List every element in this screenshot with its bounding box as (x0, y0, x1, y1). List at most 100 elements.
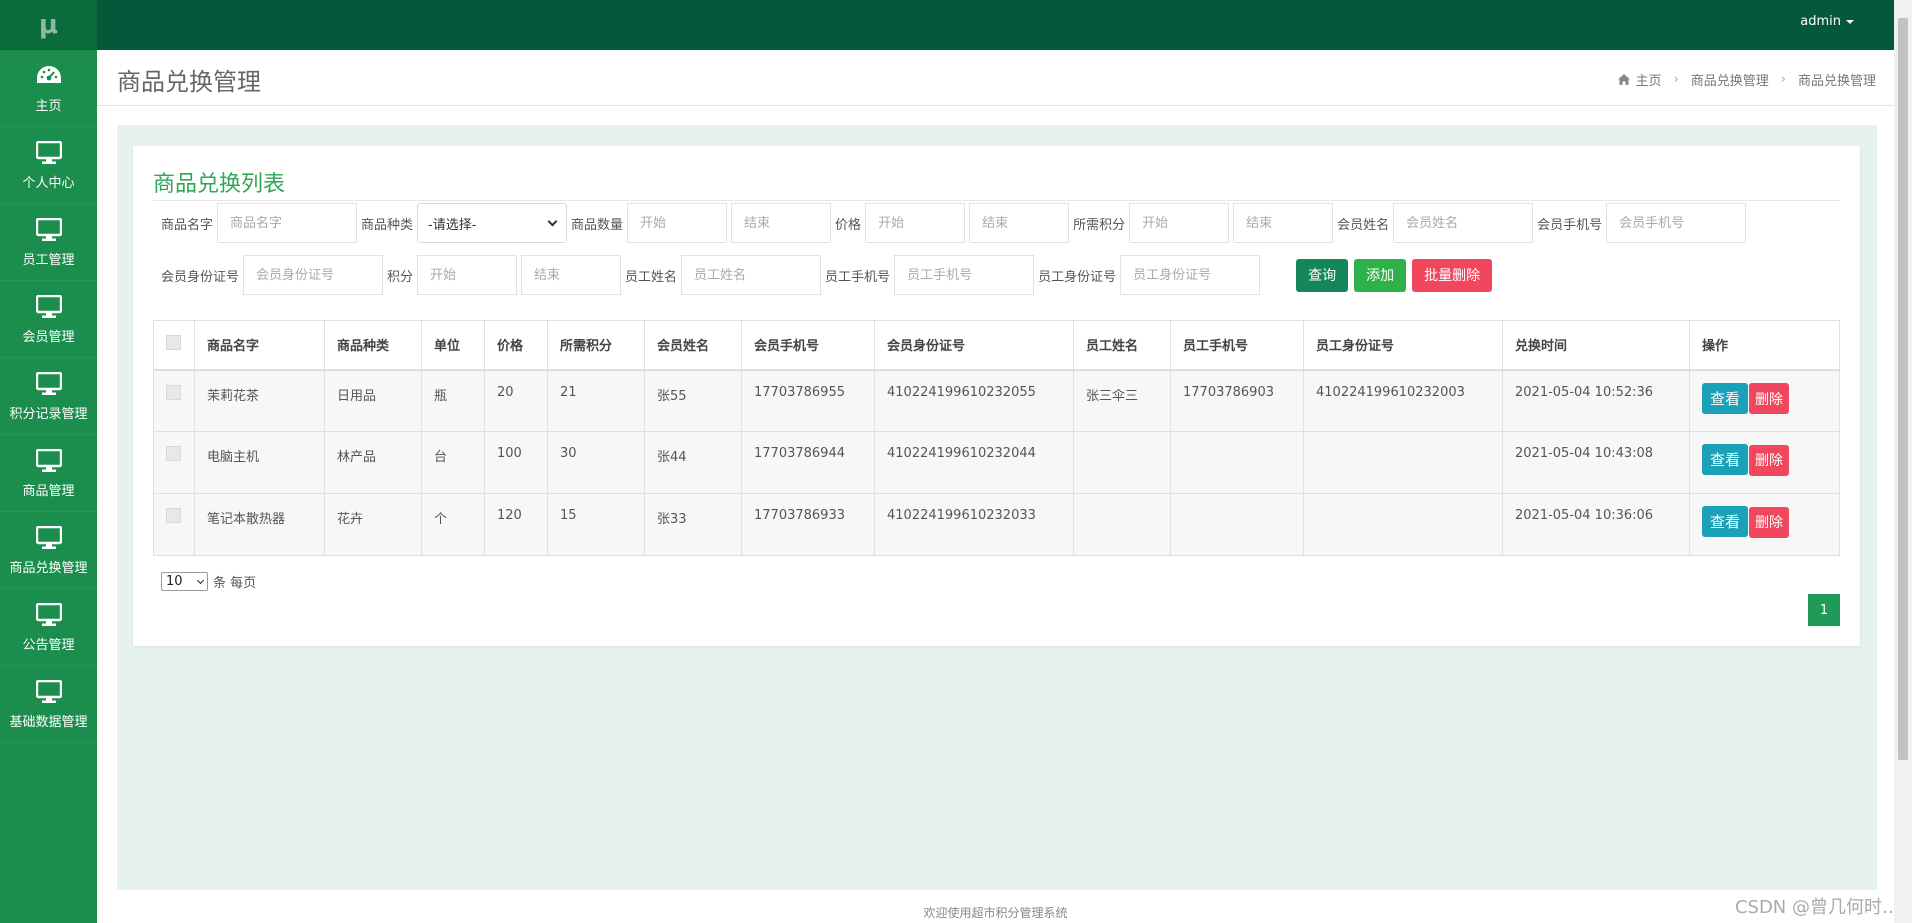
query-button[interactable]: 查询 (1296, 258, 1349, 292)
delete-button[interactable]: 删除 (1749, 444, 1790, 476)
points-needed-start-input[interactable] (1129, 203, 1230, 243)
member-id-input[interactable] (243, 255, 384, 295)
sidebar-item[interactable]: 基础数据管理 (0, 666, 97, 743)
sidebar-item[interactable]: 个人中心 (0, 127, 97, 204)
product-name-input[interactable] (217, 203, 358, 243)
col-product-name: 商品名字 (194, 320, 325, 371)
page-size-select[interactable]: 10 (161, 572, 208, 591)
row-checkbox[interactable] (166, 508, 181, 523)
scrollbar-thumb[interactable] (1898, 18, 1908, 760)
page-size-control: 10 条 每页 (161, 572, 256, 591)
staff-phone-input[interactable] (894, 255, 1035, 295)
cell-product-type: 日用品 (324, 369, 422, 432)
filter-label: 所需积分 (1073, 217, 1126, 233)
row-select-cell (153, 431, 195, 494)
top-bar: admin (97, 0, 1894, 50)
row-select-cell (153, 369, 195, 432)
member-phone-input[interactable] (1606, 203, 1747, 243)
view-button[interactable]: 查看 (1702, 382, 1749, 414)
cell-member-phone: 17703786955 (741, 369, 875, 432)
delete-button[interactable]: 删除 (1749, 383, 1790, 414)
batch-delete-button[interactable]: 批量删除 (1412, 258, 1493, 292)
cell-staff-phone: 17703786903 (1170, 369, 1304, 432)
card-title: 商品兑换列表 (153, 172, 286, 197)
view-button[interactable]: 查看 (1702, 506, 1749, 537)
exchange-table: 商品名字 商品种类 单位 价格 所需积分 会员姓名 会员手机号 会员身份证号 员… (153, 320, 1840, 556)
monitor-icon (34, 678, 64, 706)
sidebar-item[interactable]: 积分记录管理 (0, 358, 97, 435)
points-needed-end-input[interactable] (1233, 203, 1334, 243)
cell-price: 20 (484, 369, 548, 432)
sidebar-item[interactable]: 会员管理 (0, 281, 97, 358)
sidebar-item[interactable]: 员工管理 (0, 204, 97, 281)
add-button[interactable]: 添加 (1354, 258, 1407, 292)
filter-label: 员工姓名 (625, 269, 678, 285)
sidebar-item-label: 个人中心 (22, 176, 75, 191)
dashboard-icon (34, 62, 64, 90)
filter-label: 商品数量 (571, 217, 624, 233)
user-menu[interactable]: admin (1800, 14, 1854, 29)
filter-label: 会员手机号 (1537, 217, 1603, 233)
view-button[interactable]: 查看 (1702, 444, 1749, 475)
col-staff-phone: 员工手机号 (1170, 320, 1304, 371)
monitor-icon (34, 293, 64, 321)
list-card: 商品兑换列表 商品名字 商品种类 -请选择- 商品数量 价格 所需积分 会员姓名… (133, 146, 1860, 646)
cell-member-name: 张33 (644, 493, 742, 556)
row-checkbox[interactable] (166, 384, 181, 400)
cell-exchange-time: 2021-05-04 10:36:06 (1502, 493, 1690, 556)
quantity-end-input[interactable] (731, 203, 832, 243)
sidebar-item[interactable]: 商品兑换管理 (0, 512, 97, 589)
points-end-input[interactable] (521, 255, 622, 295)
breadcrumb-home[interactable]: 主页 (1636, 70, 1662, 89)
select-value: -请选择- (428, 217, 477, 233)
price-start-input[interactable] (865, 203, 966, 243)
delete-button[interactable]: 删除 (1749, 506, 1790, 538)
member-name-input[interactable] (1393, 203, 1534, 243)
cell-unit: 瓶 (421, 369, 485, 432)
cell-points-needed: 30 (547, 431, 645, 494)
cell-product-name: 笔记本散热器 (194, 493, 325, 556)
staff-name-input[interactable] (681, 255, 822, 295)
sidebar-item-label: 积分记录管理 (9, 407, 88, 422)
cell-unit: 个 (421, 493, 485, 556)
cell-member-phone: 17703786933 (741, 493, 875, 556)
monitor-icon (34, 524, 64, 552)
cell-points-needed: 15 (547, 493, 645, 556)
filter-label: 员工身份证号 (1038, 269, 1117, 285)
col-actions: 操作 (1689, 320, 1840, 371)
breadcrumb-module[interactable]: 商品兑换管理 (1691, 70, 1769, 89)
table-row: 茉莉花茶 日用品瓶 20 21 张55 17703786955 41022419961023… (153, 369, 1840, 432)
cell-product-name: 茉莉花茶 (194, 369, 325, 432)
sidebar-item-label: 员工管理 (22, 253, 75, 268)
select-all-checkbox[interactable] (166, 335, 181, 351)
cell-actions: 查看 删除 (1689, 493, 1840, 556)
vertical-scrollbar[interactable] (1894, 0, 1912, 923)
monitor-icon (34, 139, 64, 167)
page-1-button[interactable]: 1 (1808, 594, 1840, 626)
sidebar-item[interactable]: 主页 (0, 50, 97, 127)
filter-row-1: 商品名字 商品种类 -请选择- 商品数量 价格 所需积分 会员姓名 会员手机号 (161, 203, 1750, 243)
product-type-select[interactable]: -请选择- (417, 203, 568, 243)
footer-text: 欢迎使用超市积分管理系统 (923, 906, 1068, 920)
cell-product-type: 花卉 (324, 493, 422, 556)
price-end-input[interactable] (969, 203, 1070, 243)
col-staff-id: 员工身份证号 (1303, 320, 1503, 371)
sidebar-item[interactable]: 商品管理 (0, 435, 97, 512)
col-member-id: 会员身份证号 (874, 320, 1074, 371)
col-points-needed: 所需积分 (547, 320, 645, 371)
chevron-down-icon (196, 576, 205, 584)
row-checkbox[interactable] (166, 446, 181, 461)
cell-product-type: 林产品 (324, 431, 422, 494)
page-size-value: 10 (166, 574, 183, 589)
quantity-start-input[interactable] (627, 203, 728, 243)
cell-price: 120 (484, 493, 548, 556)
cell-unit: 台 (421, 431, 485, 494)
user-name: admin (1800, 14, 1841, 29)
table-header-row: 商品名字 商品种类 单位 价格 所需积分 会员姓名 会员手机号 会员身份证号 员… (153, 320, 1840, 371)
monitor-icon (34, 601, 64, 629)
staff-id-input[interactable] (1120, 255, 1261, 295)
divider (153, 200, 1840, 201)
sidebar-item-label: 基础数据管理 (9, 715, 88, 730)
points-start-input[interactable] (417, 255, 518, 295)
sidebar-item[interactable]: 公告管理 (0, 589, 97, 666)
